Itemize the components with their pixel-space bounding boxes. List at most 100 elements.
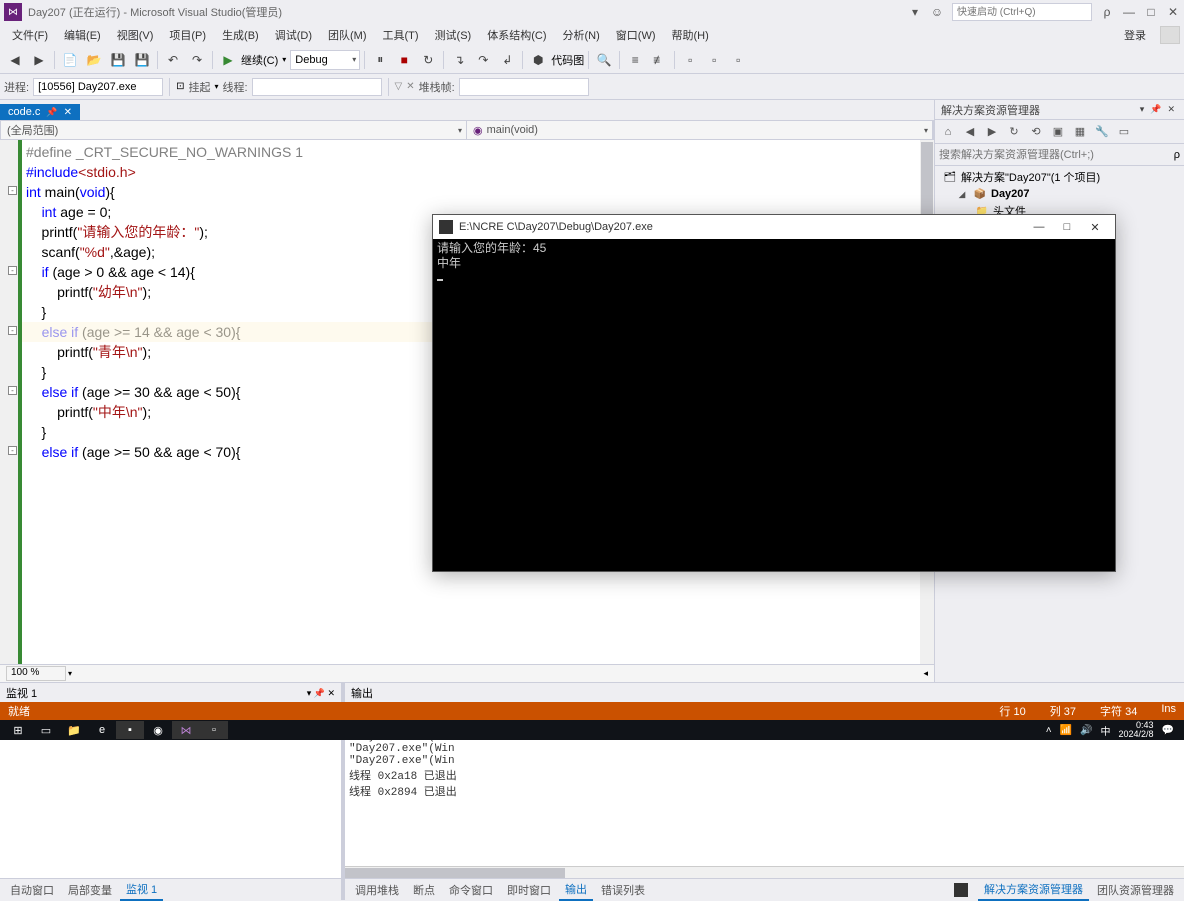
code-view-label[interactable]: 代码图 [551, 52, 584, 68]
stackframe-field[interactable] [459, 78, 589, 96]
tool-icon-1[interactable]: ▫ [679, 49, 701, 71]
task-view-icon[interactable]: ▭ [32, 721, 60, 739]
wifi-icon[interactable]: 📶 [1060, 725, 1072, 736]
outline-toggle-icon[interactable]: - [8, 326, 17, 335]
search-icon[interactable]: ρ [1174, 149, 1180, 161]
tab-watch1[interactable]: 监视 1 [120, 879, 163, 901]
search-dropdown-icon[interactable]: ρ [1100, 5, 1114, 19]
config-dropdown[interactable]: Debug [290, 50, 360, 70]
tab-team-explorer[interactable]: 团队资源管理器 [1091, 880, 1180, 900]
save-all-icon[interactable]: 💾 [131, 49, 153, 71]
tree-project[interactable]: ◢📦Day207 [935, 186, 1184, 202]
preview-icon[interactable]: ▭ [1115, 123, 1133, 141]
undo-icon[interactable]: ↶ [162, 49, 184, 71]
nav-back-icon[interactable]: ◀ [4, 49, 26, 71]
outline-toggle-icon[interactable]: - [8, 386, 17, 395]
tab-errors[interactable]: 错误列表 [595, 880, 651, 900]
process-field[interactable]: [10556] Day207.exe [33, 78, 163, 96]
feedback-icon[interactable]: ☺ [930, 5, 944, 19]
terminal-icon[interactable]: ▪ [116, 721, 144, 739]
menu-item[interactable]: 分析(N) [555, 25, 608, 45]
clock[interactable]: 0:432024/2/8 [1119, 721, 1154, 739]
panel-close-icon[interactable]: ✕ [1167, 104, 1175, 115]
menu-item[interactable]: 视图(V) [109, 25, 162, 45]
find-icon[interactable]: 🔍 [593, 49, 615, 71]
tab-solution-explorer[interactable]: 解决方案资源管理器 [978, 879, 1089, 901]
volume-icon[interactable]: 🔊 [1080, 725, 1092, 736]
menu-item[interactable]: 文件(F) [4, 25, 56, 45]
tab-callstack[interactable]: 调用堆栈 [349, 880, 405, 900]
menu-item[interactable]: 体系结构(C) [479, 25, 554, 45]
home-icon[interactable]: ⌂ [939, 123, 957, 141]
hex-icon[interactable]: ⬢ [527, 49, 549, 71]
menu-item[interactable]: 生成(B) [214, 25, 267, 45]
outline-toggle-icon[interactable]: - [8, 446, 17, 455]
continue-button[interactable]: 继续(C) [241, 52, 278, 68]
menu-item[interactable]: 编辑(E) [56, 25, 109, 45]
outline-toggle-icon[interactable]: - [8, 266, 17, 275]
tab-close-icon[interactable]: ✕ [64, 107, 72, 118]
edge-icon[interactable]: e [88, 721, 116, 739]
console-window[interactable]: E:\NCRE C\Day207\Debug\Day207.exe ― □ ✕ … [432, 214, 1116, 572]
close-button[interactable]: ✕ [1166, 5, 1180, 19]
app-icon[interactable]: ▫ [200, 721, 228, 739]
continue-icon[interactable]: ▶ [217, 49, 239, 71]
new-project-icon[interactable]: 📄 [59, 49, 81, 71]
redo-icon[interactable]: ↷ [186, 49, 208, 71]
tab-output[interactable]: 输出 [559, 879, 593, 901]
panel-pin-icon[interactable]: 📌 [1150, 104, 1161, 115]
tab-breakpoints[interactable]: 断点 [407, 880, 441, 900]
console-title-bar[interactable]: E:\NCRE C\Day207\Debug\Day207.exe ― □ ✕ [433, 215, 1115, 239]
menu-item[interactable]: 工具(T) [375, 25, 427, 45]
tray-up-icon[interactable]: ˄ [1046, 725, 1052, 736]
menu-item[interactable]: 帮助(H) [664, 25, 717, 45]
menu-item[interactable]: 团队(M) [320, 25, 375, 45]
tab-immediate[interactable]: 即时窗口 [501, 880, 557, 900]
step-into-icon[interactable]: ↴ [448, 49, 470, 71]
menu-item[interactable]: 调试(D) [267, 25, 320, 45]
menu-item[interactable]: 测试(S) [427, 25, 480, 45]
explorer-icon[interactable]: 📁 [60, 721, 88, 739]
nav-fwd-icon[interactable]: ▶ [28, 49, 50, 71]
collapse-icon[interactable]: ▣ [1049, 123, 1067, 141]
suspend-label[interactable]: 挂起 [188, 79, 210, 95]
notification-icon[interactable]: 💬 [1162, 725, 1174, 736]
vs-taskbar-icon[interactable]: ⋈ [172, 721, 200, 739]
thread-field[interactable] [252, 78, 382, 96]
zoom-field[interactable]: 100 % [6, 666, 66, 681]
tool-icon-2[interactable]: ▫ [703, 49, 725, 71]
quick-launch-input[interactable] [952, 3, 1092, 21]
menu-item[interactable]: 窗口(W) [608, 25, 664, 45]
tab-autos[interactable]: 自动窗口 [4, 880, 60, 900]
ime-indicator[interactable]: 中 [1101, 723, 1111, 738]
tab-locals[interactable]: 局部变量 [62, 880, 118, 900]
back-icon[interactable]: ◀ [961, 123, 979, 141]
pin-icon[interactable]: 📌 [46, 107, 57, 118]
comment-icon[interactable]: ≡ [624, 49, 646, 71]
console-maximize[interactable]: □ [1053, 217, 1081, 237]
refresh-icon[interactable]: ↻ [1005, 123, 1023, 141]
open-icon[interactable]: 📂 [83, 49, 105, 71]
output-h-scrollbar[interactable] [345, 866, 1184, 878]
step-over-icon[interactable]: ↷ [472, 49, 494, 71]
avatar-icon[interactable] [1160, 26, 1180, 44]
minimize-button[interactable]: ― [1122, 5, 1136, 19]
console-output[interactable]: 请输入您的年龄：45 中年 [433, 239, 1115, 287]
outline-toggle-icon[interactable]: - [8, 186, 17, 195]
maximize-button[interactable]: □ [1144, 5, 1158, 19]
member-dropdown[interactable]: ◉main(void) [467, 121, 933, 139]
panel-dropdown-icon[interactable]: ▾ [1140, 104, 1145, 115]
console-minimize[interactable]: ― [1025, 217, 1053, 237]
stop-icon[interactable]: ■ [393, 49, 415, 71]
fwd-icon[interactable]: ▶ [983, 123, 1001, 141]
restart-icon[interactable]: ↻ [417, 49, 439, 71]
menu-item[interactable]: 项目(P) [161, 25, 214, 45]
save-icon[interactable]: 💾 [107, 49, 129, 71]
tab-command[interactable]: 命令窗口 [443, 880, 499, 900]
properties-icon[interactable]: 🔧 [1093, 123, 1111, 141]
console-close[interactable]: ✕ [1081, 217, 1109, 237]
uncomment-icon[interactable]: ≢ [648, 49, 670, 71]
login-link[interactable]: 登录 [1114, 25, 1156, 45]
notifications-icon[interactable]: ▾ [908, 5, 922, 19]
chrome-icon[interactable]: ◉ [144, 721, 172, 739]
